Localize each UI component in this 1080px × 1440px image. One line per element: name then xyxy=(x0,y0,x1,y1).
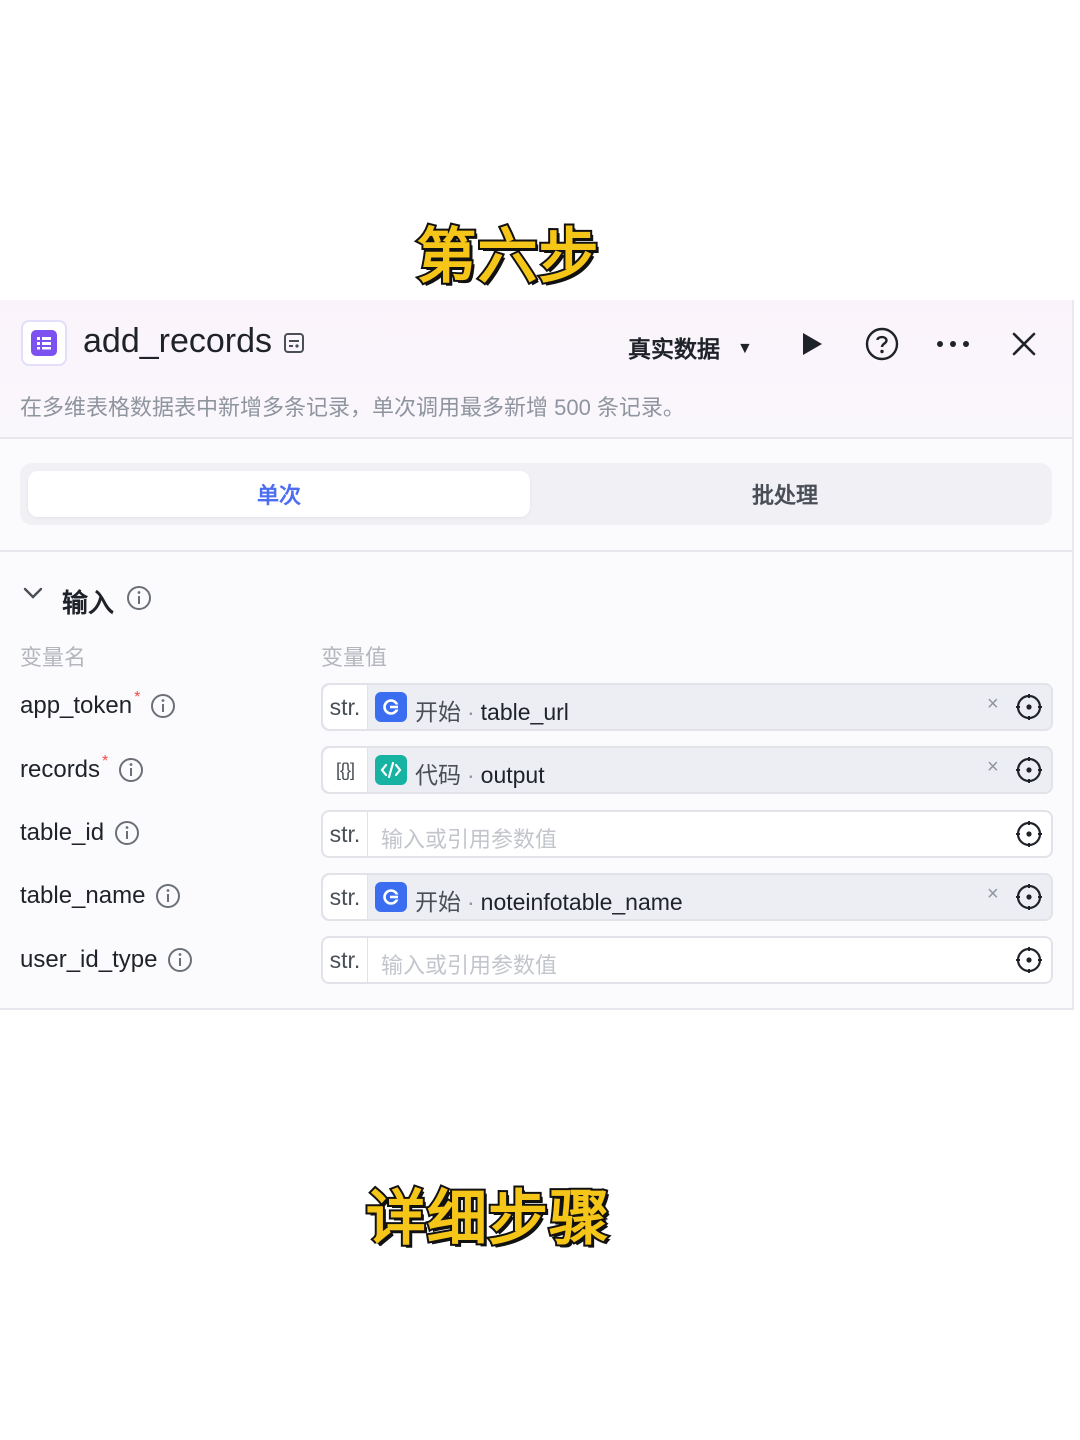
caption-bottom: 详细步骤 xyxy=(364,1182,611,1256)
chevron-down-icon[interactable] xyxy=(22,586,44,605)
ref-source: 开始 xyxy=(415,699,461,725)
info-icon xyxy=(126,585,152,616)
param-label-records: records * xyxy=(20,753,144,784)
param-name: app_token xyxy=(20,692,133,719)
required-mark: * xyxy=(134,689,141,706)
reference-picker-icon[interactable] xyxy=(1015,883,1043,916)
reference-picker-icon[interactable] xyxy=(1015,946,1043,979)
more-icon[interactable] xyxy=(935,326,971,362)
run-icon[interactable] xyxy=(794,326,830,362)
reference-value: 开始 · table_url xyxy=(415,699,569,725)
type-badge: [{}] xyxy=(323,748,368,792)
type-badge: str. xyxy=(323,875,368,919)
param-label-table-name: table_name xyxy=(20,882,181,910)
node-config-panel: add_records 真实数据 ▼ 在多维表格数据表中新增多条记录，单次调用最… xyxy=(0,300,1074,1010)
close-icon[interactable] xyxy=(1006,326,1042,362)
ref-variable: output xyxy=(480,762,545,788)
reference-value: 开始 · noteinfotable_name xyxy=(415,889,683,915)
start-node-icon xyxy=(375,882,407,912)
type-badge: str. xyxy=(323,938,368,982)
reference-picker-icon[interactable] xyxy=(1015,820,1043,853)
ref-source: 开始 xyxy=(415,889,461,915)
param-field-table-name[interactable]: str. 开始 · noteinfotable_name × xyxy=(321,873,1053,921)
section-title-input: 输入 xyxy=(62,588,115,618)
param-name: table_id xyxy=(20,819,105,846)
clear-icon[interactable]: × xyxy=(987,883,999,906)
help-icon[interactable] xyxy=(864,326,900,362)
node-description: 在多维表格数据表中新增多条记录，单次调用最多新增 500 条记录。 xyxy=(20,395,685,420)
code-node-icon xyxy=(375,755,407,785)
table-app-icon xyxy=(21,320,67,366)
column-header-value: 变量值 xyxy=(321,645,388,670)
param-name: user_id_type xyxy=(20,946,158,973)
param-label-table-id: table_id xyxy=(20,819,140,847)
tab-single[interactable]: 单次 xyxy=(28,471,530,517)
caption-top: 第六步 xyxy=(415,220,601,294)
param-name: records xyxy=(20,756,101,783)
value-input-placeholder[interactable]: 输入或引用参数值 xyxy=(381,822,557,854)
param-field-records[interactable]: [{}] 代码 · output × xyxy=(321,746,1053,794)
reference-picker-icon[interactable] xyxy=(1015,693,1043,726)
type-badge: str. xyxy=(323,685,368,729)
param-field-user-id-type[interactable]: str. 输入或引用参数值 xyxy=(321,936,1053,984)
reference-picker-icon[interactable] xyxy=(1015,756,1043,789)
info-icon xyxy=(150,693,176,719)
ref-variable: table_url xyxy=(480,699,569,725)
info-icon xyxy=(114,820,140,846)
column-header-name: 变量名 xyxy=(20,645,87,670)
info-icon xyxy=(167,947,193,973)
param-name: table_name xyxy=(20,882,146,909)
param-field-table-id[interactable]: str. 输入或引用参数值 xyxy=(321,810,1053,858)
info-icon xyxy=(118,757,144,783)
tab-batch[interactable]: 批处理 xyxy=(534,471,1036,517)
type-badge: str. xyxy=(323,812,368,856)
param-label-user-id-type: user_id_type xyxy=(20,946,193,974)
clear-icon[interactable]: × xyxy=(987,756,999,779)
divider xyxy=(0,550,1072,552)
clear-icon[interactable]: × xyxy=(987,693,999,716)
start-node-icon xyxy=(375,692,407,722)
value-input-placeholder[interactable]: 输入或引用参数值 xyxy=(381,948,557,980)
panel-header: add_records 真实数据 ▼ 在多维表格数据表中新增多条记录，单次调用最… xyxy=(0,300,1072,439)
info-icon xyxy=(155,883,181,909)
edit-title-icon[interactable] xyxy=(283,332,305,359)
run-mode-tabs: 单次 批处理 xyxy=(20,463,1052,525)
required-mark: * xyxy=(102,753,109,770)
data-mode-select[interactable]: 真实数据 xyxy=(628,330,720,364)
ref-source: 代码 xyxy=(415,762,461,788)
ref-variable: noteinfotable_name xyxy=(480,889,683,915)
param-label-app-token: app_token * xyxy=(20,689,176,720)
caret-down-icon[interactable]: ▼ xyxy=(737,340,753,358)
reference-value: 代码 · output xyxy=(415,762,545,788)
param-field-app-token[interactable]: str. 开始 · table_url × xyxy=(321,683,1053,731)
node-title: add_records xyxy=(83,322,273,360)
